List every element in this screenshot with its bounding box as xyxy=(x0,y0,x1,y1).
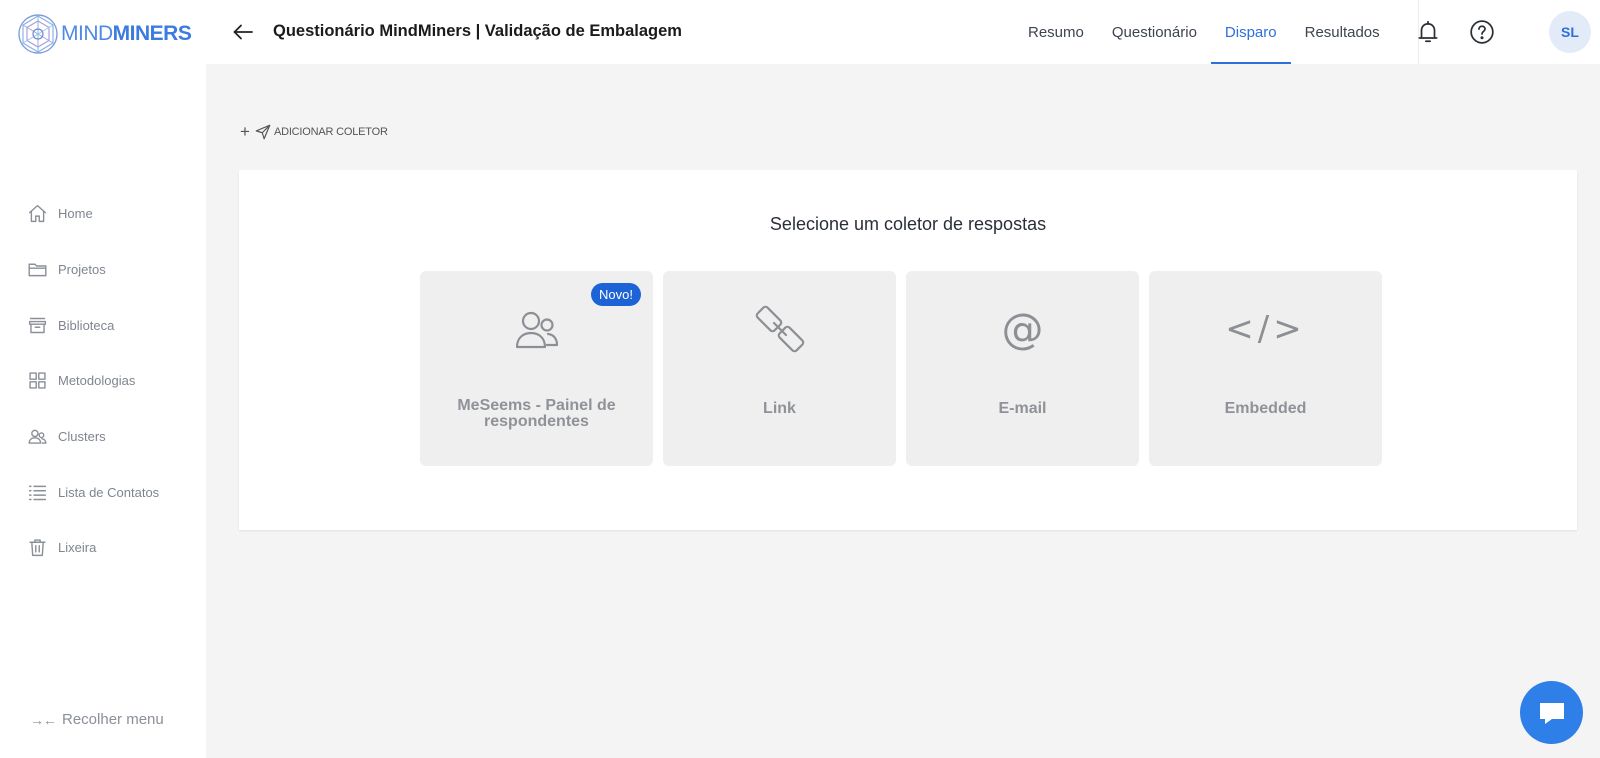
sidebar-item-label: Home xyxy=(58,206,93,222)
sidebar-item-metodologias[interactable]: Metodologias xyxy=(0,353,206,409)
collector-option-link[interactable]: Link xyxy=(663,271,896,466)
help-button[interactable] xyxy=(1469,19,1495,45)
collapse-arrows-icon: →← xyxy=(30,711,57,728)
sidebar-item-home[interactable]: Home xyxy=(0,186,206,242)
chat-button[interactable] xyxy=(1520,681,1583,744)
logo-icon xyxy=(18,14,58,54)
sidebar-item-label: Metodologias xyxy=(58,373,136,389)
add-collector-button[interactable]: + ADICIONAR COLETOR xyxy=(240,123,388,141)
help-circle-icon xyxy=(1470,20,1494,44)
sidebar-item-label: Clusters xyxy=(58,429,106,445)
collector-panel: Selecione um coletor de respostas Novo! … xyxy=(239,170,1577,530)
folder-icon xyxy=(28,263,47,277)
users-icon xyxy=(515,311,558,349)
user-avatar[interactable]: SL xyxy=(1549,11,1591,53)
tab-resumo[interactable]: Resumo xyxy=(1014,0,1098,64)
tab-disparo[interactable]: Disparo xyxy=(1210,0,1291,64)
collector-option-label: E-mail xyxy=(998,400,1047,417)
sidebar-item-biblioteca[interactable]: Biblioteca xyxy=(0,297,206,353)
sidebar-item-label: Biblioteca xyxy=(58,317,115,333)
bell-icon xyxy=(1418,20,1438,43)
code-icon: </> xyxy=(1225,309,1306,349)
collector-option-label: Embedded xyxy=(1224,400,1307,417)
collapse-menu-button[interactable]: →← Recolher menu xyxy=(30,711,164,728)
sidebar-item-projetos[interactable]: Projetos xyxy=(0,242,206,298)
sidebar-item-label: Projetos xyxy=(58,262,106,278)
collector-option-embedded[interactable]: </> Embedded xyxy=(1149,271,1382,466)
collapse-menu-label: Recolher menu xyxy=(62,711,164,728)
tab-resultados[interactable]: Resultados xyxy=(1291,0,1394,64)
collector-option-label: Link xyxy=(763,400,796,417)
page-title: Questionário MindMiners | Validação de E… xyxy=(273,22,682,40)
list-icon xyxy=(28,485,47,500)
trash-icon xyxy=(29,539,46,557)
archive-icon xyxy=(28,317,47,333)
mindminers-logo[interactable]: MINDMINERS xyxy=(17,13,192,55)
arrow-left-icon xyxy=(233,24,253,40)
grid-icon xyxy=(29,372,46,390)
sidebar-item-lista-de-contatos[interactable]: Lista de Contatos xyxy=(0,464,206,520)
collector-option-label: MeSeems - Painel de respondentes xyxy=(457,397,616,430)
sidebar: MINDMINERS Home Projetos Biblioteca Meto… xyxy=(0,0,206,758)
back-button[interactable] xyxy=(231,20,255,44)
users-icon xyxy=(28,429,47,444)
collector-option-email[interactable]: @ E-mail xyxy=(906,271,1139,466)
send-icon xyxy=(255,124,271,140)
sidebar-nav: Home Projetos Biblioteca Metodologias Cl… xyxy=(0,186,206,576)
home-icon xyxy=(28,205,47,223)
collector-options: Novo! MeSeems - Painel de respondentes L… xyxy=(420,271,1382,466)
sidebar-item-label: Lista de Contatos xyxy=(58,484,160,500)
chat-bubble-icon xyxy=(1539,702,1564,724)
add-collector-label: ADICIONAR COLETOR xyxy=(273,126,388,138)
sidebar-item-lixeira[interactable]: Lixeira xyxy=(0,520,206,576)
tab-questionario[interactable]: Questionário xyxy=(1098,0,1211,64)
logo-text: MINDMINERS xyxy=(61,22,192,45)
collector-panel-title: Selecione um coletor de respostas xyxy=(769,214,1047,234)
sidebar-item-clusters[interactable]: Clusters xyxy=(0,409,206,465)
top-header: Questionário MindMiners | Validação de E… xyxy=(206,0,1600,64)
link-icon xyxy=(755,305,804,353)
collector-option-meseems[interactable]: Novo! MeSeems - Painel de respondentes xyxy=(420,271,653,466)
sidebar-item-label: Lixeira xyxy=(58,540,97,556)
at-icon: @ xyxy=(1001,304,1044,353)
header-tabs: Resumo Questionário Disparo Resultados xyxy=(1014,0,1394,64)
plus-icon: + xyxy=(240,122,250,141)
notifications-button[interactable] xyxy=(1415,19,1441,45)
